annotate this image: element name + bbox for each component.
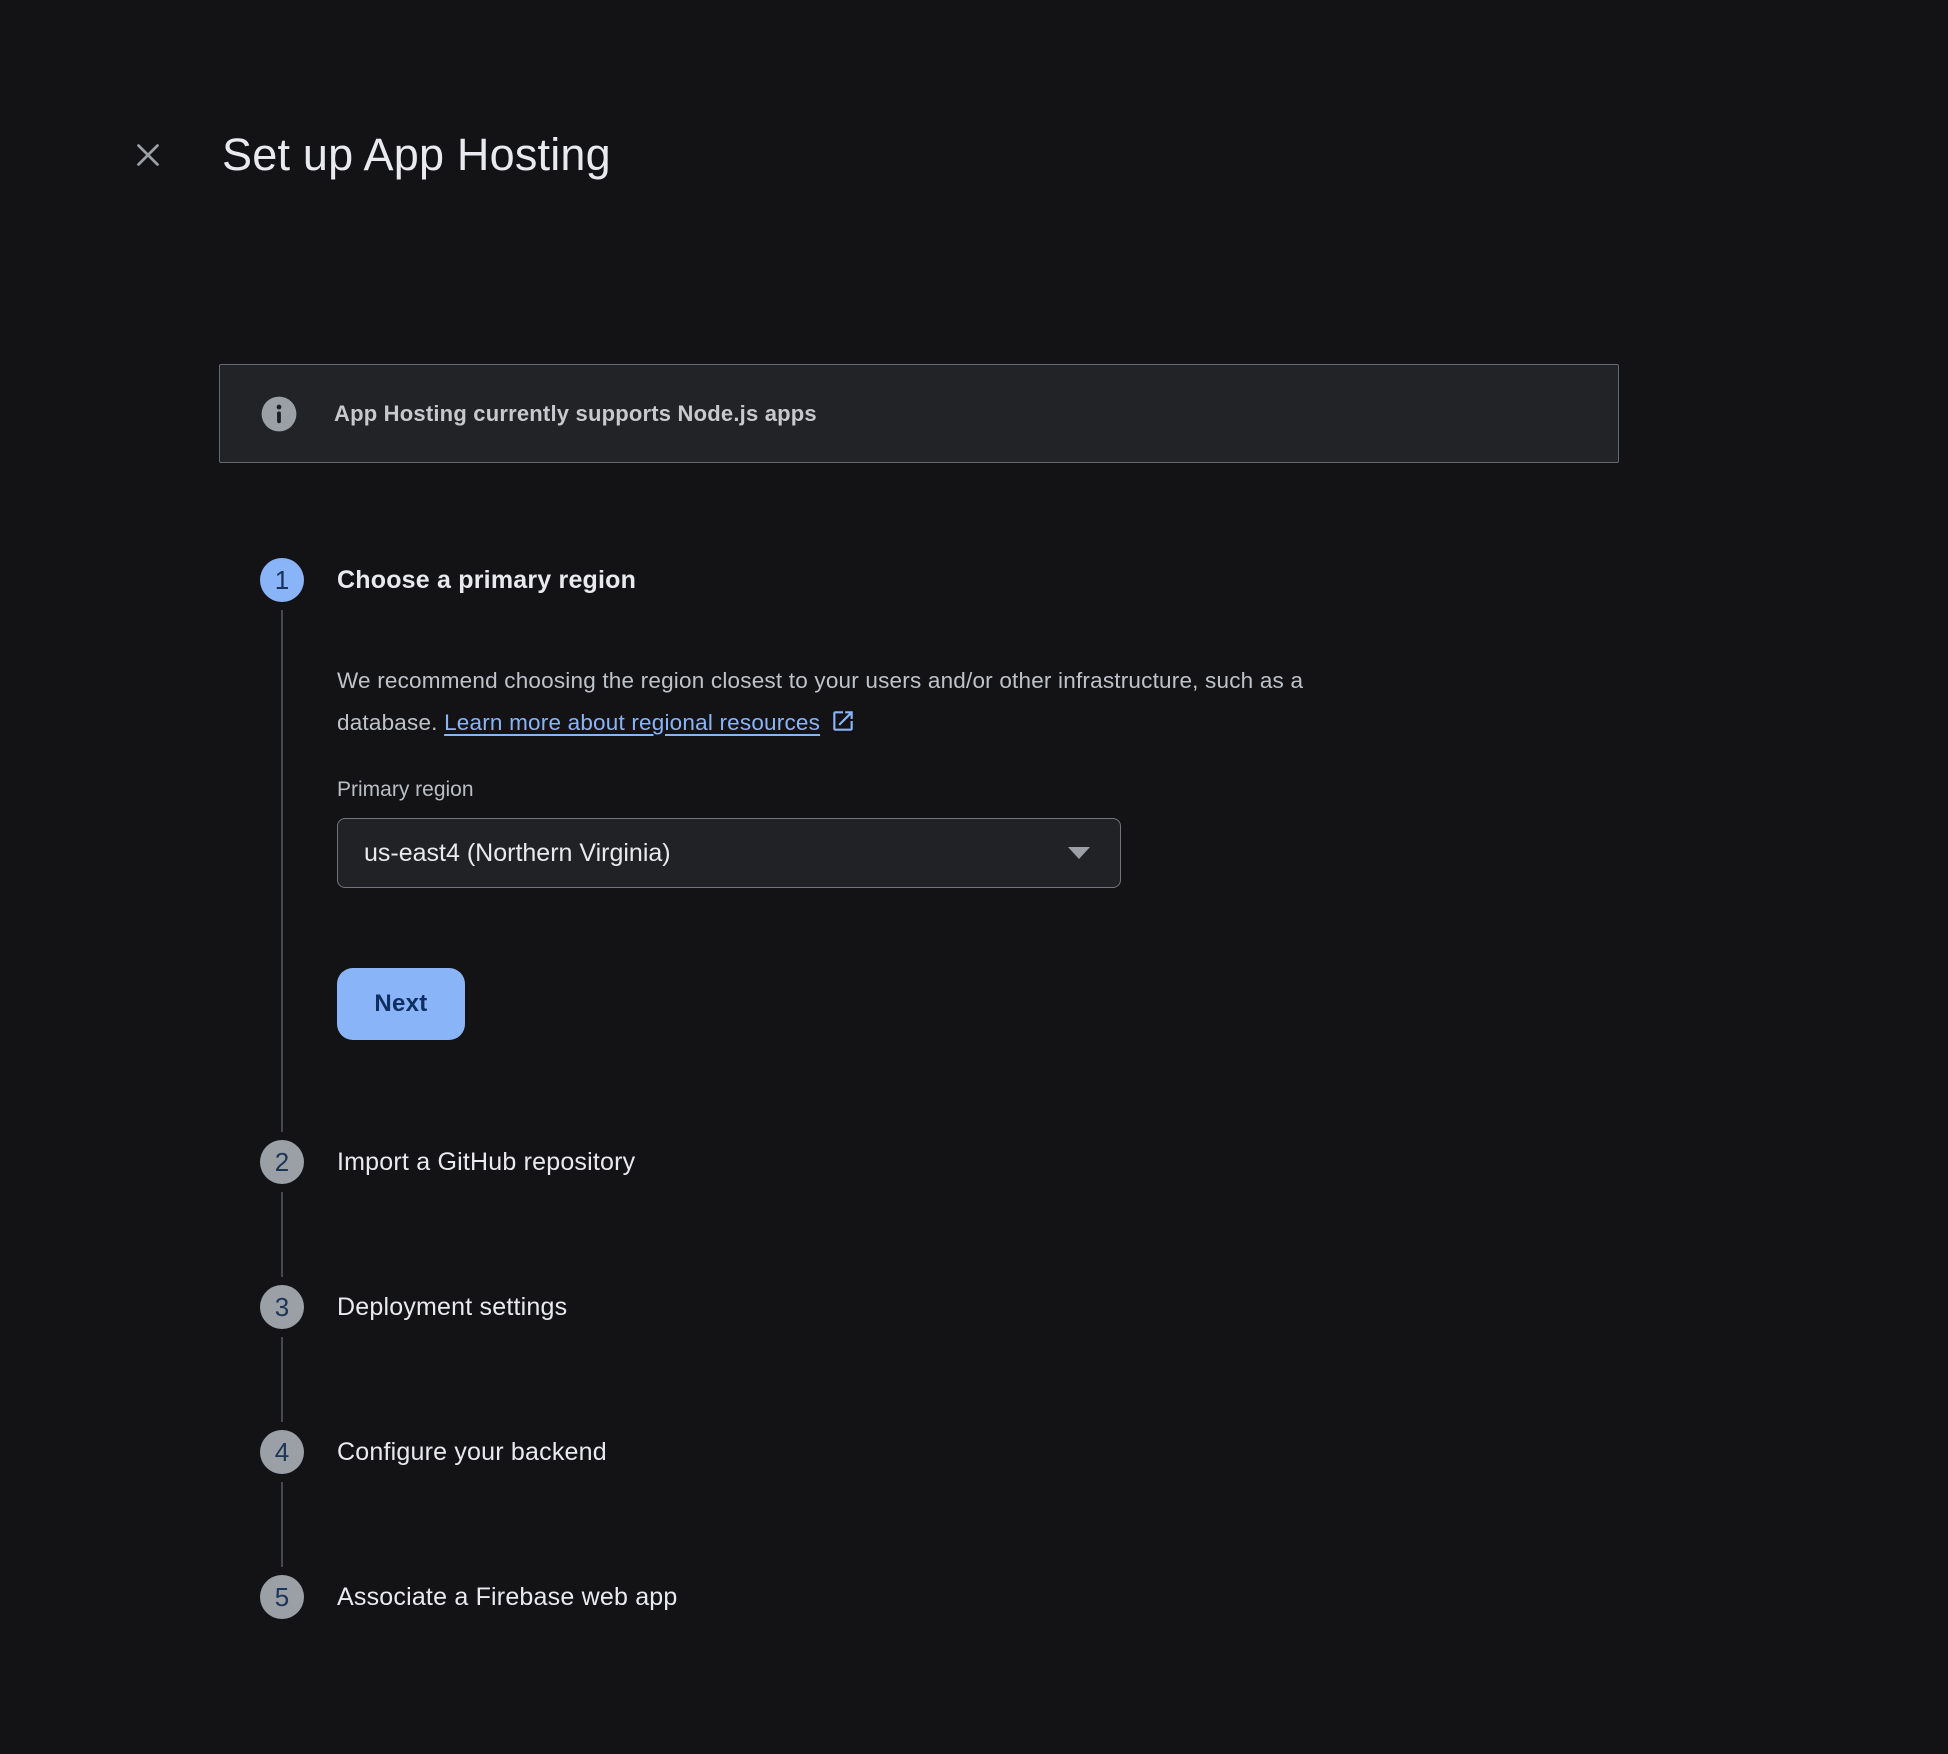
step-4-badge: 4 [260,1430,304,1474]
dropdown-arrow-icon [1068,847,1090,859]
region-description-line2-prefix: database. [337,710,444,735]
titlebar: Set up App Hosting [126,122,611,188]
primary-region-label: Primary region [337,778,1600,802]
app-hosting-setup-page: Set up App Hosting App Hosting currently… [0,0,1948,1754]
step-import-github-repository: 2 Import a GitHub repository [260,1140,1600,1285]
info-banner: App Hosting currently supports Node.js a… [219,364,1619,463]
step-1-badge: 1 [260,558,304,602]
step-4-title: Configure your backend [337,1438,607,1467]
step-5-badge: 5 [260,1575,304,1619]
step-choose-primary-region: 1 Choose a primary region We recommend c… [260,558,1600,1140]
region-description: We recommend choosing the region closest… [337,660,1600,744]
close-icon[interactable] [126,133,170,177]
step-1-header: 1 Choose a primary region [260,558,1600,602]
info-icon [260,395,298,433]
region-description-line1: We recommend choosing the region closest… [337,660,1600,702]
step-deployment-settings: 3 Deployment settings [260,1285,1600,1430]
learn-more-link[interactable]: Learn more about regional resources [444,710,820,735]
step-3-header: 3 Deployment settings [260,1285,1600,1329]
setup-stepper: 1 Choose a primary region We recommend c… [260,558,1600,1619]
step-3-badge: 3 [260,1285,304,1329]
primary-region-value: us-east4 (Northern Virginia) [364,839,671,868]
step-1-title: Choose a primary region [337,566,636,595]
external-link-icon [830,706,856,732]
step-configure-your-backend: 4 Configure your backend [260,1430,1600,1575]
step-2-header: 2 Import a GitHub repository [260,1140,1600,1184]
step-1-body: We recommend choosing the region closest… [337,660,1600,1040]
banner-text: App Hosting currently supports Node.js a… [334,401,817,427]
next-button[interactable]: Next [337,968,465,1040]
step-3-title: Deployment settings [337,1293,567,1322]
step-2-badge: 2 [260,1140,304,1184]
step-associate-firebase-web-app: 5 Associate a Firebase web app [260,1575,1600,1619]
step-5-header: 5 Associate a Firebase web app [260,1575,1600,1619]
page-title: Set up App Hosting [222,122,611,188]
step-2-title: Import a GitHub repository [337,1148,635,1177]
step-5-title: Associate a Firebase web app [337,1583,678,1612]
step-4-header: 4 Configure your backend [260,1430,1600,1474]
primary-region-select[interactable]: us-east4 (Northern Virginia) [337,818,1121,888]
region-description-line2: database. Learn more about regional reso… [337,702,1600,744]
